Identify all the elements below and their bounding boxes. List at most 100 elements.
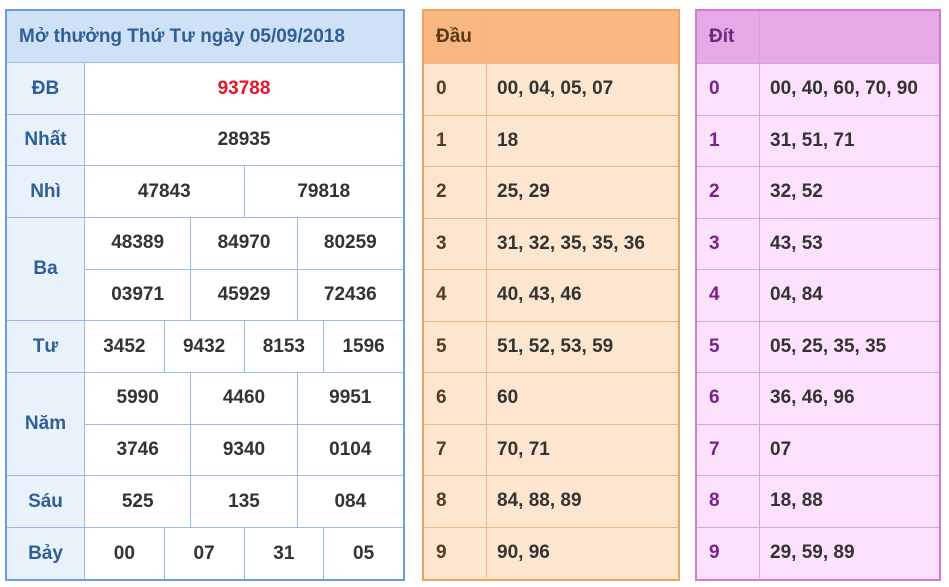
prize-row-third: Ba 48389 84970 80259 03971 45929 72436 (7, 218, 403, 321)
dit-digit: 0 (697, 64, 760, 115)
prize-number: 084 (296, 476, 403, 527)
dau-numbers: 18 (497, 129, 519, 151)
prize-number: 72436 (296, 269, 403, 320)
prize-number: 03971 (111, 283, 165, 305)
dit-digit: 2 (697, 167, 760, 218)
dau-numbers: 00, 04, 05, 07 (497, 78, 614, 100)
prize-label: Năm (7, 373, 85, 475)
prize-row-second: Nhì 47843 79818 (7, 166, 403, 218)
dit-numbers: 32, 52 (770, 181, 823, 203)
prize-row-first: Nhất 28935 (7, 115, 403, 166)
prize-number: 9340 (190, 424, 296, 475)
results-table: Mở thưởng Thứ Tư ngày 05/09/2018 ĐB 9378… (5, 9, 405, 581)
dit-digit: 8 (697, 476, 760, 527)
prize-number: 8153 (243, 321, 324, 372)
dau-numbers: 31, 32, 35, 35, 36 (497, 232, 645, 254)
prize-number: 84970 (190, 218, 296, 269)
prize-number: 31 (243, 528, 324, 579)
prize-row-sixth: Sáu 525 135 084 (7, 476, 403, 528)
dau-numbers: 70, 71 (497, 438, 550, 460)
prize-number: 48389 (111, 232, 165, 254)
dau-row: 6 60 (424, 372, 678, 424)
prize-label: Tư (7, 321, 85, 372)
dit-digit: 7 (697, 424, 760, 475)
dau-numbers: 60 (497, 387, 519, 409)
dit-numbers: 29, 59, 89 (770, 541, 855, 563)
prize-number: 0104 (296, 424, 403, 475)
dit-row: 1 31, 51, 71 (697, 114, 939, 166)
dit-row: 2 32, 52 (697, 166, 939, 218)
dau-row: 9 90, 96 (424, 526, 678, 578)
prize-label: Sáu (7, 476, 85, 527)
dit-digit: 9 (697, 527, 760, 578)
dau-digit: 3 (424, 218, 487, 269)
prize-number: 135 (190, 476, 296, 527)
dau-row: 2 25, 29 (424, 166, 678, 218)
dau-digit: 5 (424, 321, 487, 372)
dit-digit: 5 (697, 321, 760, 372)
dau-row: 7 70, 71 (424, 423, 678, 475)
dit-row: 8 18, 88 (697, 475, 939, 527)
results-title: Mở thưởng Thứ Tư ngày 05/09/2018 (7, 11, 403, 63)
prize-label: ĐB (7, 63, 85, 114)
prize-number: 28935 (217, 129, 271, 150)
dit-row: 0 00, 40, 60, 70, 90 (697, 63, 939, 115)
prize-row-fourth: Tư 3452 9432 8153 1596 (7, 321, 403, 373)
dit-digit: 4 (697, 270, 760, 321)
prize-number: 00 (113, 542, 135, 564)
prize-label: Ba (7, 218, 85, 320)
prize-number: 9432 (163, 321, 244, 372)
dau-digit: 0 (424, 64, 487, 115)
dit-row: 6 36, 46, 96 (697, 372, 939, 424)
dau-digit: 7 (424, 424, 487, 475)
dau-row: 8 84, 88, 89 (424, 475, 678, 527)
dit-row: 4 04, 84 (697, 269, 939, 321)
prize-row-special: ĐB 93788 (7, 63, 403, 115)
dit-numbers: 31, 51, 71 (770, 129, 855, 151)
prize-number: 4460 (190, 373, 296, 424)
dit-numbers: 18, 88 (770, 490, 823, 512)
dit-row: 7 07 (697, 423, 939, 475)
prize-number: 1596 (323, 321, 403, 372)
dau-row: 4 40, 43, 46 (424, 269, 678, 321)
dau-row: 0 00, 04, 05, 07 (424, 63, 678, 115)
dit-numbers: 07 (770, 438, 792, 460)
prize-number: 3452 (103, 335, 146, 357)
dau-numbers: 40, 43, 46 (497, 284, 582, 306)
prize-label: Bảy (7, 528, 85, 579)
prize-row-seventh: Bảy 00 07 31 05 (7, 528, 403, 579)
dau-digit: 1 (424, 115, 487, 166)
dit-header-label: Đít (697, 11, 760, 63)
prize-label: Nhì (7, 166, 85, 217)
dau-digit: 8 (424, 476, 487, 527)
dit-table: Đít 0 00, 40, 60, 70, 90 1 31, 51, 71 2 32,… (695, 9, 941, 581)
dit-digit: 1 (697, 115, 760, 166)
dau-digit: 4 (424, 270, 487, 321)
dit-numbers: 05, 25, 35, 35 (770, 335, 887, 357)
dau-header: Đầu (424, 11, 678, 63)
dit-header: Đít (697, 11, 939, 63)
prize-number: 5990 (116, 387, 159, 409)
dau-table: Đầu 0 00, 04, 05, 07 1 18 2 25, 29 3 31, 32,… (422, 9, 680, 581)
prize-number: 47843 (137, 180, 191, 202)
dau-digit: 6 (424, 373, 487, 424)
prize-number: 3746 (116, 438, 159, 460)
dit-numbers: 04, 84 (770, 284, 823, 306)
prize-number: 525 (121, 490, 154, 512)
dit-row: 9 29, 59, 89 (697, 526, 939, 578)
dau-numbers: 90, 96 (497, 541, 550, 563)
dau-header-label: Đầu (424, 11, 487, 63)
prize-number: 93788 (217, 77, 271, 99)
dit-row: 5 05, 25, 35, 35 (697, 320, 939, 372)
prize-row-fifth: Năm 5990 4460 9951 3746 9340 0104 (7, 373, 403, 476)
dau-row: 1 18 (424, 114, 678, 166)
prize-number: 9951 (296, 373, 403, 424)
dau-row: 5 51, 52, 53, 59 (424, 320, 678, 372)
dit-numbers: 00, 40, 60, 70, 90 (770, 78, 918, 100)
prize-number: 45929 (190, 269, 296, 320)
prize-number: 80259 (296, 218, 403, 269)
dit-numbers: 43, 53 (770, 232, 823, 254)
prize-label: Nhất (7, 115, 85, 165)
dau-numbers: 84, 88, 89 (497, 490, 582, 512)
dau-numbers: 51, 52, 53, 59 (497, 335, 614, 357)
